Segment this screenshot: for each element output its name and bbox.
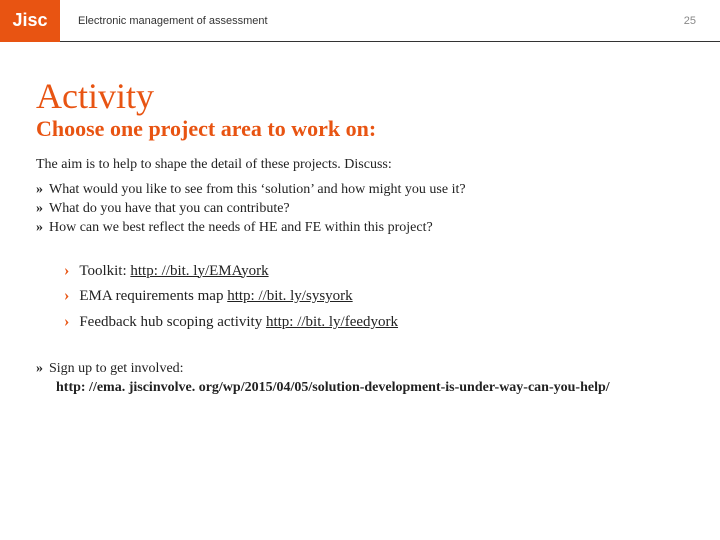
slide-title: Activity xyxy=(36,78,684,114)
list-item: » What would you like to see from this ‘… xyxy=(36,181,684,200)
chevron-icon: › xyxy=(64,309,69,335)
requirements-map-link[interactable]: http: //bit. ly/sysyork xyxy=(227,288,352,304)
raquo-icon: » xyxy=(36,360,43,379)
list-item: › Toolkit: http: //bit. ly/EMAyork xyxy=(64,258,684,284)
link-label: Toolkit: xyxy=(79,263,130,279)
page-number: 25 xyxy=(684,15,720,27)
slide-content: Activity Choose one project area to work… xyxy=(0,42,720,398)
jisc-logo: Jisc xyxy=(0,0,60,42)
intro-text: The aim is to help to shape the detail o… xyxy=(36,156,684,175)
raquo-icon: » xyxy=(36,200,43,219)
signup-url[interactable]: http: //ema. jiscinvolve. org/wp/2015/04… xyxy=(56,379,616,398)
running-title: Electronic management of assessment xyxy=(78,15,684,27)
link-list: › Toolkit: http: //bit. ly/EMAyork › EMA… xyxy=(64,258,684,335)
list-item: » How can we best reflect the needs of H… xyxy=(36,219,684,238)
slide-header: Jisc Electronic management of assessment… xyxy=(0,0,720,42)
feedback-hub-link[interactable]: http: //bit. ly/feedyork xyxy=(266,314,398,330)
list-item: › EMA requirements map http: //bit. ly/s… xyxy=(64,283,684,309)
link-label: Feedback hub scoping activity xyxy=(79,314,266,330)
question-list: » What would you like to see from this ‘… xyxy=(36,181,684,238)
list-item: » What do you have that you can contribu… xyxy=(36,200,684,219)
slide-subtitle: Choose one project area to work on: xyxy=(36,116,684,142)
signup-label: Sign up to get involved: xyxy=(49,360,184,379)
list-item: › Feedback hub scoping activity http: //… xyxy=(64,309,684,335)
raquo-icon: » xyxy=(36,181,43,200)
raquo-icon: » xyxy=(36,219,43,238)
link-label: EMA requirements map xyxy=(79,288,227,304)
question-text: What do you have that you can contribute… xyxy=(49,200,290,219)
chevron-icon: › xyxy=(64,283,69,309)
question-text: What would you like to see from this ‘so… xyxy=(49,181,466,200)
chevron-icon: › xyxy=(64,258,69,284)
toolkit-link[interactable]: http: //bit. ly/EMAyork xyxy=(130,263,268,279)
question-text: How can we best reflect the needs of HE … xyxy=(49,219,433,238)
signup-block: » Sign up to get involved: http: //ema. … xyxy=(36,360,684,398)
